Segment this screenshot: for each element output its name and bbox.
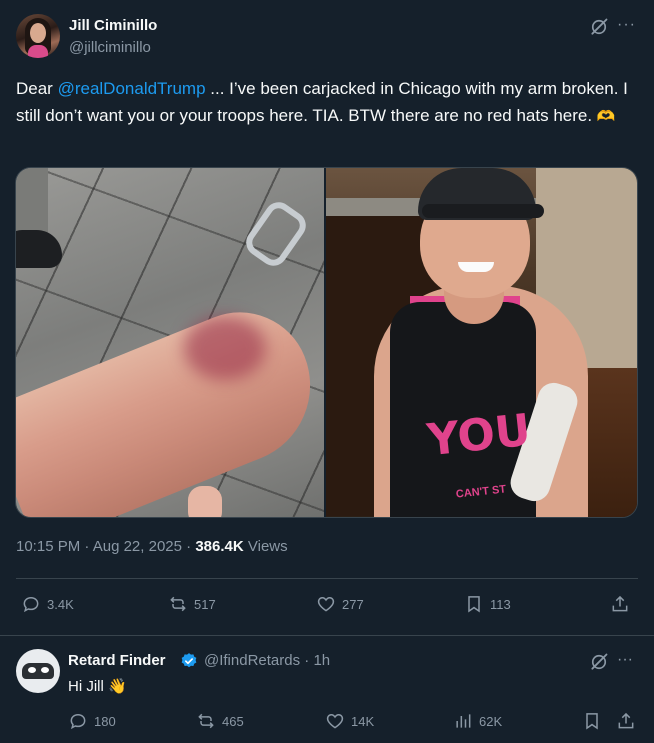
repost-icon: [198, 713, 214, 729]
repost-icon: [170, 596, 186, 612]
photo-bruise: [184, 316, 266, 380]
grok-icon[interactable]: [589, 652, 609, 672]
tweet: Jill Ciminillo @jillciminillo ··· Dear @…: [0, 0, 654, 636]
meta-separator: ·: [186, 538, 192, 555]
heart-hands-emoji: 🫶: [596, 108, 616, 125]
share-button[interactable]: [616, 711, 636, 731]
like-button[interactable]: 277: [316, 594, 364, 614]
share-icon: [618, 712, 634, 729]
bookmark-count: 113: [490, 596, 511, 612]
heart-icon: [326, 713, 344, 729]
avatar-mask: [22, 663, 54, 679]
tweet-text-prefix: Dear: [16, 79, 58, 98]
tweet-time[interactable]: 10:15 PM: [16, 538, 80, 555]
mention-link[interactable]: @realDonaldTrump: [58, 79, 206, 98]
photo-tank-text: YOU: [424, 404, 534, 467]
waving-hand-emoji: 👋: [108, 678, 127, 695]
bookmark-button[interactable]: [582, 711, 602, 731]
avatar-eye: [41, 667, 49, 673]
heart-icon: [317, 596, 335, 612]
analytics-icon: [456, 714, 471, 728]
author-avatar[interactable]: [16, 14, 60, 58]
photo-shoe: [16, 230, 62, 268]
reply-count: 180: [94, 713, 116, 729]
photo-cap-brim: [422, 204, 544, 218]
reply-button[interactable]: 3.4K: [21, 594, 74, 614]
reply-button[interactable]: 180: [68, 711, 116, 731]
photo-selfie-cast[interactable]: YOU CAN'T ST: [326, 168, 637, 517]
share-icon: [612, 595, 628, 612]
repost-button[interactable]: 465: [196, 711, 244, 731]
photo-smile: [458, 262, 494, 272]
views-count[interactable]: 386.4K: [195, 538, 243, 555]
reply-icon: [23, 596, 39, 613]
like-button[interactable]: 14K: [325, 711, 374, 731]
tweet-text: Dear @realDonaldTrump ... I’ve been carj…: [16, 75, 636, 130]
reply-author-display-name[interactable]: Retard Finder: [68, 652, 166, 669]
bookmark-button[interactable]: 113: [464, 594, 511, 614]
photo-arm: [16, 291, 324, 517]
like-count: 14K: [351, 713, 375, 729]
avatar-shirt: [28, 45, 48, 58]
meta-separator: ·: [304, 652, 310, 669]
tweet-meta: 10:15 PM · Aug 22, 2025 · 386.4K Views: [16, 538, 288, 555]
media-grid: YOU CAN'T ST: [15, 167, 638, 518]
views-count: 62K: [479, 713, 503, 729]
reply-author-avatar[interactable]: [16, 649, 60, 693]
tweet-date[interactable]: Aug 22, 2025: [93, 538, 182, 555]
meta-separator: ·: [84, 538, 90, 555]
views-label: Views: [247, 538, 288, 555]
reply-text: Hi Jill 👋: [68, 677, 127, 695]
divider: [0, 635, 654, 636]
photo-foot: [188, 486, 222, 517]
photo-watch: [240, 196, 312, 272]
verified-badge-icon[interactable]: [180, 652, 198, 670]
grok-icon[interactable]: [589, 17, 609, 37]
reply-author-meta: @IfindRetards · 1h: [204, 652, 330, 669]
repost-count: 465: [222, 713, 244, 729]
author-handle[interactable]: @jillciminillo: [69, 39, 151, 56]
more-options-icon[interactable]: ···: [617, 15, 636, 35]
reply-author-handle[interactable]: @IfindRetards: [204, 652, 300, 669]
reply-text-body: Hi Jill: [68, 678, 108, 695]
bookmark-icon: [586, 713, 598, 730]
share-button[interactable]: [610, 594, 630, 614]
reply-age[interactable]: 1h: [313, 652, 330, 669]
avatar-face: [30, 23, 46, 43]
repost-count: 517: [194, 596, 216, 612]
more-options-icon[interactable]: ···: [617, 650, 633, 670]
like-count: 277: [342, 596, 364, 612]
reply-count: 3.4K: [47, 596, 74, 612]
repost-button[interactable]: 517: [168, 594, 216, 614]
avatar-eye: [28, 667, 36, 673]
author-display-name[interactable]: Jill Ciminillo: [69, 17, 157, 34]
bookmark-icon: [468, 596, 480, 613]
views-button[interactable]: 62K: [453, 711, 502, 731]
reply-icon: [70, 713, 86, 730]
photo-bruised-forearm[interactable]: [16, 168, 324, 517]
divider: [16, 578, 638, 579]
